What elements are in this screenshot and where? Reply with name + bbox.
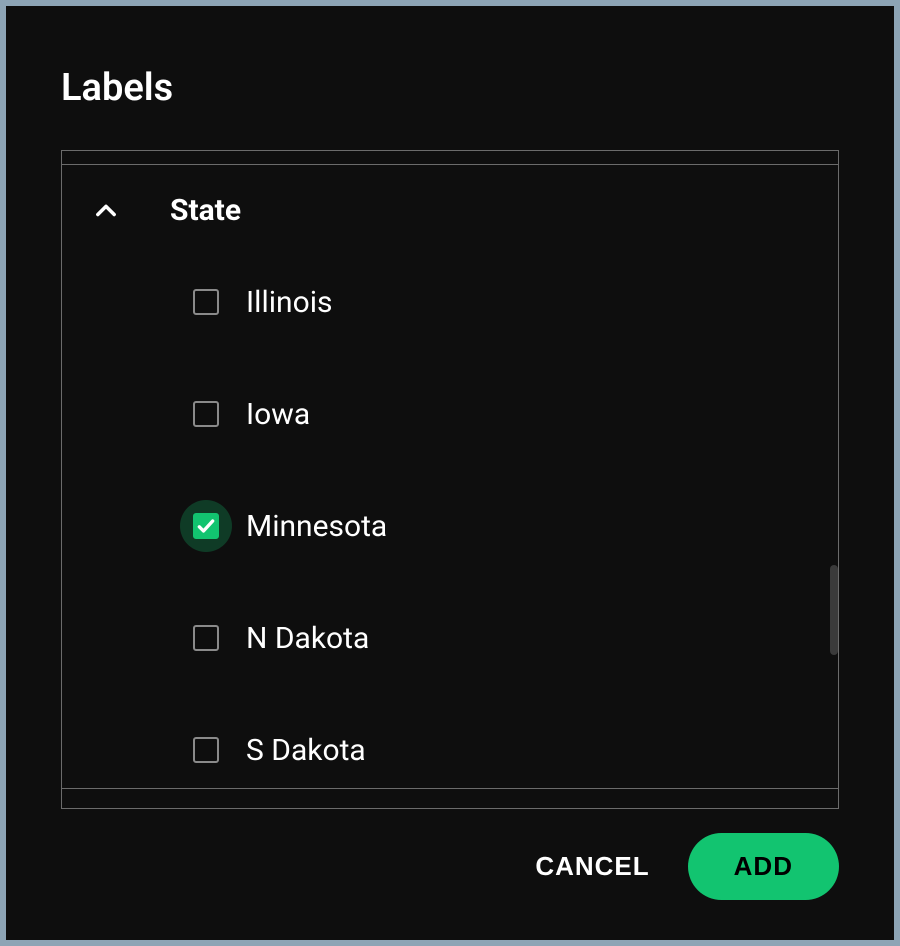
- group-header[interactable]: State: [82, 185, 818, 246]
- item-label: Minnesota: [246, 509, 387, 544]
- checkbox-wrap: [180, 388, 232, 440]
- checkbox[interactable]: [193, 625, 219, 651]
- cancel-button[interactable]: CANCEL: [527, 841, 657, 892]
- item-label: Iowa: [246, 397, 310, 432]
- content-inner[interactable]: State Illinois: [62, 165, 838, 788]
- checkbox-wrap: [180, 500, 232, 552]
- list-item[interactable]: Minnesota: [192, 500, 818, 552]
- items-list: Illinois Iowa Mi: [82, 246, 818, 788]
- checkbox[interactable]: [193, 289, 219, 315]
- list-item[interactable]: S Dakota: [192, 724, 818, 776]
- divider: [62, 151, 838, 165]
- checkbox-wrap: [180, 612, 232, 664]
- scrollbar-thumb[interactable]: [830, 565, 838, 655]
- list-item[interactable]: Illinois: [192, 276, 818, 328]
- list-item[interactable]: N Dakota: [192, 612, 818, 664]
- item-label: Illinois: [246, 285, 333, 320]
- dialog-footer: CANCEL ADD: [61, 809, 839, 900]
- divider: [62, 788, 838, 808]
- item-label: S Dakota: [246, 733, 366, 768]
- checkbox-wrap: [180, 724, 232, 776]
- checkbox[interactable]: [193, 401, 219, 427]
- item-label: N Dakota: [246, 621, 369, 656]
- checkbox[interactable]: [193, 737, 219, 763]
- add-button[interactable]: ADD: [688, 833, 839, 900]
- labels-dialog: Labels State Illino: [6, 6, 894, 940]
- checkbox-wrap: [180, 276, 232, 328]
- checkbox[interactable]: [193, 513, 219, 539]
- content-box: State Illinois: [61, 150, 839, 809]
- chevron-up-icon[interactable]: [92, 197, 120, 225]
- list-item[interactable]: Iowa: [192, 388, 818, 440]
- group-title: State: [170, 193, 241, 228]
- dialog-title: Labels: [61, 66, 839, 110]
